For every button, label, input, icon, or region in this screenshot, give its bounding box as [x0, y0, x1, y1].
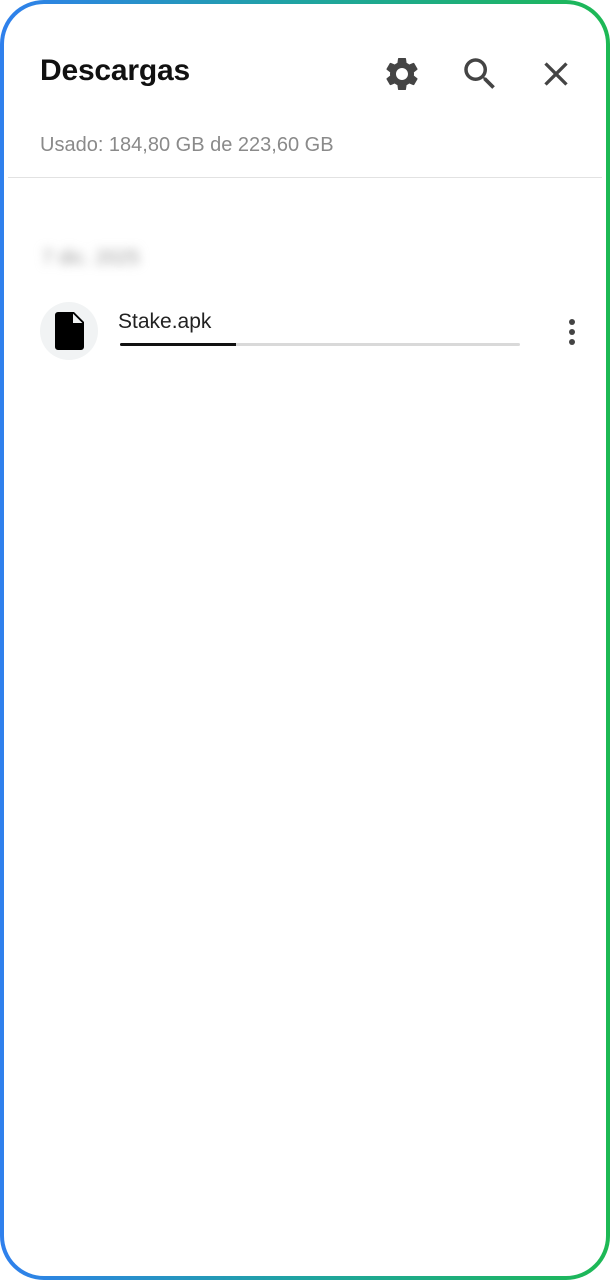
- close-button[interactable]: [532, 50, 580, 98]
- settings-button[interactable]: [378, 50, 426, 98]
- search-icon: [464, 58, 495, 89]
- header-divider: [8, 177, 602, 178]
- more-options-button[interactable]: [556, 310, 588, 354]
- file-icon: [55, 312, 84, 350]
- download-file-name: Stake.apk: [118, 310, 212, 333]
- search-button[interactable]: [456, 50, 504, 98]
- file-icon-container: [40, 302, 98, 360]
- date-group-header: 7 dic. 2025: [42, 247, 140, 269]
- download-progress-bar: [120, 343, 520, 346]
- storage-usage-text: Usado: 184,80 GB de 223,60 GB: [40, 134, 334, 156]
- download-manager-screen: Descargas Usado: 184,80 GB de 223,60 GB …: [0, 0, 610, 1280]
- gear-icon: [386, 57, 418, 90]
- close-icon: [544, 62, 568, 86]
- download-progress-fill: [120, 343, 236, 346]
- more-vert-icon: [569, 319, 575, 345]
- page-title: Descargas: [40, 54, 190, 87]
- download-item[interactable]: Stake.apk: [40, 302, 588, 362]
